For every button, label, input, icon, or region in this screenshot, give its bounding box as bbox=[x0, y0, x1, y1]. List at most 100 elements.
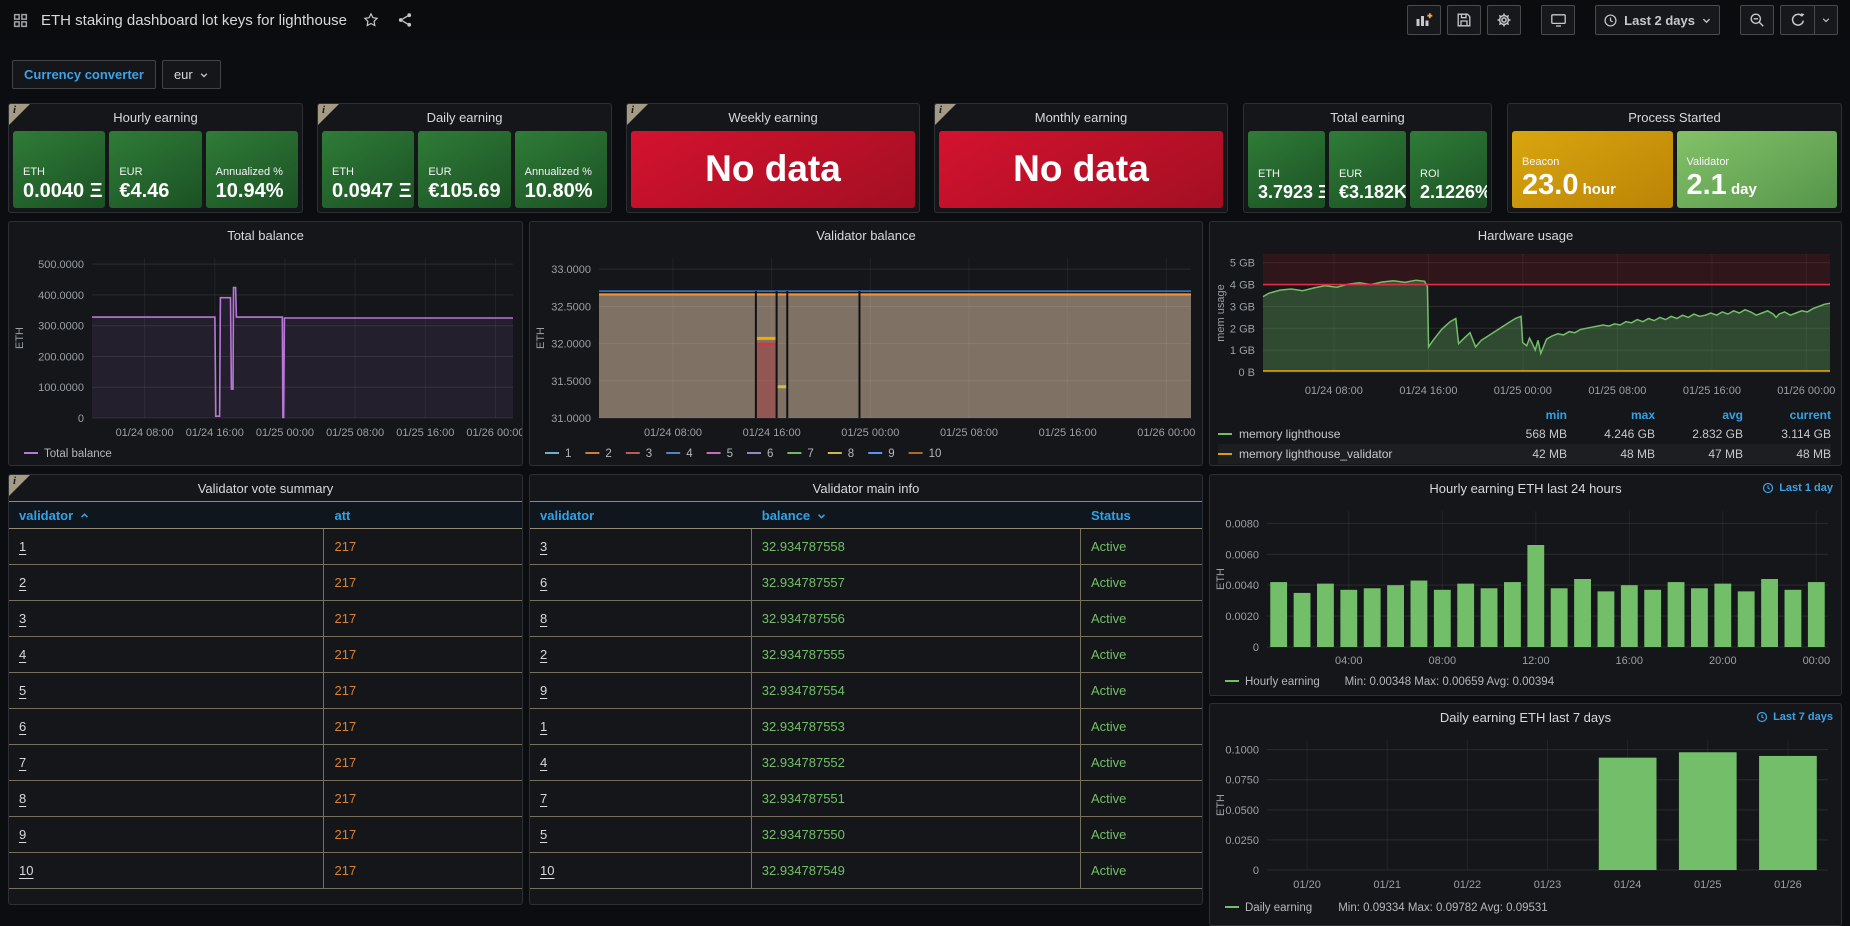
validator-link[interactable]: 1 bbox=[19, 539, 26, 554]
panel-title[interactable]: Validator main info bbox=[530, 475, 1202, 502]
validator-link[interactable]: 5 bbox=[19, 683, 26, 698]
legend-label[interactable]: Hourly earning bbox=[1245, 676, 1320, 688]
validator-link[interactable]: 4 bbox=[19, 647, 26, 662]
legend-label[interactable]: 6 bbox=[767, 448, 773, 460]
validator-link[interactable]: 7 bbox=[540, 791, 547, 806]
validator-link[interactable]: 2 bbox=[19, 575, 26, 590]
validator-link[interactable]: 8 bbox=[19, 791, 26, 806]
svg-text:01/22: 01/22 bbox=[1454, 879, 1482, 891]
validator-link[interactable]: 1 bbox=[540, 719, 547, 734]
currency-select[interactable]: eur bbox=[161, 60, 221, 89]
share-icon[interactable] bbox=[397, 12, 413, 28]
panel-title[interactable]: Monthly earning bbox=[935, 104, 1227, 130]
panel-title[interactable]: Daily earning bbox=[318, 104, 611, 130]
panel-title[interactable]: Hourly earning ETH last 24 hours bbox=[1210, 475, 1841, 501]
table-cell: 4 bbox=[530, 745, 752, 780]
column-header-validator[interactable]: validator bbox=[530, 508, 752, 523]
validator-link[interactable]: 10 bbox=[19, 863, 33, 878]
zoom-out-button[interactable] bbox=[1740, 5, 1774, 35]
legend-label[interactable]: 2 bbox=[605, 448, 611, 460]
legend-label[interactable]: 7 bbox=[807, 448, 813, 460]
info-corner-icon[interactable]: i bbox=[9, 475, 30, 496]
validator-link[interactable]: 8 bbox=[540, 611, 547, 626]
panel-title[interactable]: Total balance bbox=[9, 222, 522, 248]
panel-title[interactable]: Daily earning ETH last 7 days bbox=[1210, 704, 1841, 730]
panel-title[interactable]: Validator vote summary bbox=[9, 475, 522, 502]
apps-grid-icon[interactable] bbox=[12, 12, 29, 29]
column-header-balance[interactable]: balance bbox=[752, 508, 1081, 523]
total-balance-chart[interactable]: 0 100.0000 200.0000 300.0000 400.0000 500.000… bbox=[10, 248, 522, 464]
info-corner-icon[interactable]: i bbox=[935, 104, 956, 125]
legend-col-min[interactable]: min bbox=[1479, 408, 1567, 422]
legend-label[interactable]: 3 bbox=[646, 448, 652, 460]
panel-title[interactable]: Total earning bbox=[1244, 104, 1491, 130]
validator-balance-chart[interactable]: 31.0000 31.5000 32.0000 32.5000 33.0000 01/24… bbox=[531, 248, 1201, 464]
tile-label: Annualized % bbox=[524, 165, 592, 178]
cell-value: 217 bbox=[334, 791, 357, 806]
table-cell: 3 bbox=[530, 529, 752, 564]
svg-text:32.0000: 32.0000 bbox=[551, 339, 591, 351]
table-cell: 32.934787555 bbox=[752, 637, 1082, 672]
validator-link[interactable]: 10 bbox=[540, 863, 554, 878]
info-corner-icon[interactable]: i bbox=[627, 104, 648, 125]
column-header-att[interactable]: att bbox=[324, 508, 522, 523]
legend-value: 47 MB bbox=[1708, 447, 1743, 461]
daily-earning-chart[interactable]: 0 0.0250 0.0500 0.0750 0.1000 01/20 01/21 01/22… bbox=[1211, 730, 1840, 924]
validator-link[interactable]: 7 bbox=[19, 755, 26, 770]
refresh-button[interactable] bbox=[1780, 5, 1814, 35]
series-name[interactable]: memory lighthouse_validator bbox=[1218, 447, 1479, 461]
validator-link[interactable]: 9 bbox=[540, 683, 547, 698]
refresh-interval-dropdown[interactable] bbox=[1814, 5, 1838, 35]
save-dashboard-button[interactable] bbox=[1447, 5, 1482, 35]
legend-label[interactable]: Daily earning bbox=[1245, 902, 1312, 914]
settings-button[interactable] bbox=[1487, 5, 1522, 35]
legend-col-avg[interactable]: avg bbox=[1655, 408, 1743, 422]
bar bbox=[1293, 592, 1311, 647]
validator-link[interactable]: 3 bbox=[19, 611, 26, 626]
validator-link[interactable]: 4 bbox=[540, 755, 547, 770]
legend-label[interactable]: 1 bbox=[565, 448, 571, 460]
panel-title[interactable]: Hourly earning bbox=[9, 104, 302, 130]
column-header-validator[interactable]: validator bbox=[9, 508, 324, 523]
panel-title[interactable]: Weekly earning bbox=[627, 104, 919, 130]
svg-text:33.0000: 33.0000 bbox=[551, 264, 591, 276]
legend-label[interactable]: 4 bbox=[686, 448, 693, 460]
panel-title[interactable]: Hardware usage bbox=[1210, 222, 1841, 248]
time-range-picker[interactable]: Last 2 days bbox=[1595, 5, 1720, 35]
series-name[interactable]: memory lighthouse bbox=[1218, 427, 1479, 441]
time-override-link[interactable]: Last 7 days bbox=[1756, 704, 1833, 730]
panel-title[interactable]: Process Started bbox=[1508, 104, 1841, 130]
validator-link[interactable]: 5 bbox=[540, 827, 547, 842]
currency-converter-link[interactable]: Currency converter bbox=[12, 60, 156, 89]
column-header-status[interactable]: Status bbox=[1081, 508, 1202, 523]
info-corner-icon[interactable]: i bbox=[9, 104, 30, 125]
validator-link[interactable]: 9 bbox=[19, 827, 26, 842]
tv-mode-button[interactable] bbox=[1541, 5, 1576, 35]
validator-link[interactable]: 2 bbox=[540, 647, 547, 662]
tile-label: Validator bbox=[1686, 156, 1730, 169]
info-corner-icon[interactable]: i bbox=[318, 104, 339, 125]
add-panel-button[interactable] bbox=[1407, 5, 1442, 35]
legend-col-current[interactable]: current bbox=[1743, 408, 1831, 422]
legend-label[interactable]: 10 bbox=[929, 448, 942, 460]
panel-title[interactable]: Validator balance bbox=[530, 222, 1202, 248]
svg-text:01/24 16:00: 01/24 16:00 bbox=[186, 427, 244, 439]
legend-label[interactable]: 8 bbox=[848, 448, 854, 460]
star-icon[interactable] bbox=[363, 12, 379, 28]
hourly-earning-chart[interactable]: 0 0.0020 0.0040 0.0060 0.0080 04:00 08:00 12:00… bbox=[1211, 501, 1840, 694]
legend-label[interactable]: 9 bbox=[888, 448, 894, 460]
table-cell: 1 bbox=[530, 709, 752, 744]
svg-text:0.0080: 0.0080 bbox=[1225, 518, 1259, 530]
bar bbox=[1761, 579, 1778, 647]
dashboard-links-row: Currency converter eur bbox=[12, 60, 221, 89]
svg-text:1 GB: 1 GB bbox=[1230, 345, 1255, 357]
validator-link[interactable]: 6 bbox=[540, 575, 547, 590]
svg-text:04:00: 04:00 bbox=[1335, 655, 1363, 667]
validator-link[interactable]: 6 bbox=[19, 719, 26, 734]
svg-text:01/25 08:00: 01/25 08:00 bbox=[940, 427, 998, 439]
legend-col-max[interactable]: max bbox=[1567, 408, 1655, 422]
legend-label[interactable]: 5 bbox=[727, 448, 733, 460]
legend-label[interactable]: Total balance bbox=[44, 448, 112, 460]
time-override-link[interactable]: Last 1 day bbox=[1762, 475, 1833, 501]
validator-link[interactable]: 3 bbox=[540, 539, 547, 554]
